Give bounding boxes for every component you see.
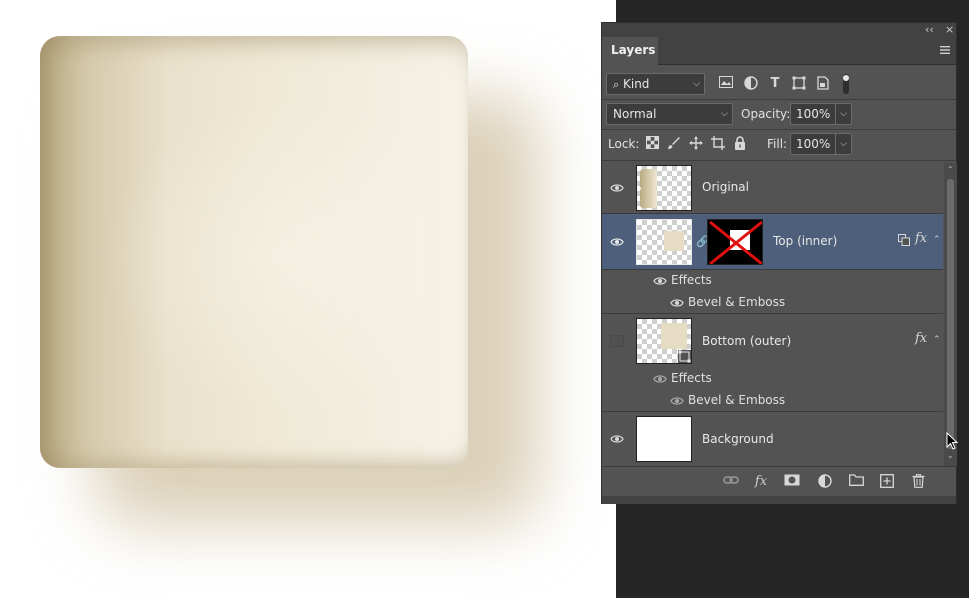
visibility-eye-icon[interactable] xyxy=(670,298,684,308)
layer-name[interactable]: Background xyxy=(702,432,774,446)
lock-all-icon[interactable] xyxy=(732,136,748,152)
filter-toggle-icon[interactable] xyxy=(842,73,850,95)
panel-header-bar[interactable]: ‹‹ × xyxy=(602,23,956,37)
shape-filter-icon[interactable] xyxy=(791,76,807,92)
visibility-eye-icon[interactable] xyxy=(653,276,667,286)
visibility-eye-icon[interactable] xyxy=(610,237,624,247)
opacity-input[interactable]: 100% xyxy=(790,103,836,125)
lock-transparent-pixels-icon[interactable] xyxy=(644,136,660,152)
collapse-icon[interactable]: ‹‹ xyxy=(925,23,934,37)
opacity-label: Opacity: xyxy=(741,107,791,121)
blend-mode-dropdown[interactable]: Normal ⌵ xyxy=(606,103,733,125)
fill-input[interactable]: 100% xyxy=(790,133,836,155)
lock-position-icon[interactable] xyxy=(688,136,704,152)
divider xyxy=(602,99,956,100)
effects-label: Effects xyxy=(671,273,712,287)
chevron-down-icon: ⌵ xyxy=(840,109,847,119)
effects-row[interactable]: Effects xyxy=(602,270,943,292)
add-style-icon[interactable]: fx xyxy=(752,474,770,490)
blend-mode-value: Normal xyxy=(613,107,657,121)
document-canvas[interactable] xyxy=(0,0,616,598)
new-layer-icon[interactable] xyxy=(878,474,896,490)
link-layers-icon[interactable] xyxy=(722,474,740,490)
layer-thumbnail xyxy=(636,416,692,462)
effect-row-bevel-emboss[interactable]: Bevel & Emboss xyxy=(602,390,943,412)
lock-label: Lock: xyxy=(608,137,640,151)
layer-thumbnail xyxy=(636,318,692,364)
layer-thumbnail xyxy=(636,219,692,265)
search-icon: ⌕ xyxy=(613,78,620,91)
smart-object-filter-icon[interactable] xyxy=(815,76,831,92)
chevron-down-icon: ⌵ xyxy=(721,109,728,119)
tile-highlight xyxy=(100,96,428,418)
adjustment-layer-icon[interactable] xyxy=(816,474,834,490)
chevron-up-icon[interactable]: ⌃ xyxy=(933,335,941,345)
visibility-toggle-off[interactable] xyxy=(610,335,624,347)
lock-image-pixels-icon[interactable] xyxy=(666,136,682,152)
effects-row[interactable]: Effects xyxy=(602,368,943,390)
panel-menu-icon[interactable] xyxy=(940,45,950,55)
new-group-icon[interactable] xyxy=(847,474,865,490)
beveled-tile xyxy=(40,36,468,468)
layers-panel: ‹‹ × Layers ⌕ Kind ⌵ T Normal ⌵ Opacity:… xyxy=(601,22,957,504)
layer-mask-thumbnail[interactable] xyxy=(707,219,763,265)
layer-row-original[interactable]: Original xyxy=(602,163,943,214)
chevron-down-icon: ⌵ xyxy=(693,79,700,89)
layer-name[interactable]: Top (inner) xyxy=(773,234,837,248)
tab-layers[interactable]: Layers xyxy=(602,37,658,66)
layer-row-top-inner[interactable]: 🔗 Top (inner) fx ⌃ xyxy=(602,214,943,270)
effect-name: Bevel & Emboss xyxy=(688,295,786,309)
fill-dropdown-button[interactable]: ⌵ xyxy=(835,133,852,155)
fill-label: Fill: xyxy=(767,137,788,151)
add-mask-icon[interactable] xyxy=(783,474,801,490)
adjustment-filter-icon[interactable] xyxy=(743,76,759,92)
visibility-eye-icon[interactable] xyxy=(610,183,624,193)
layer-name[interactable]: Bottom (outer) xyxy=(702,334,791,348)
layer-row-bottom-outer[interactable]: Bottom (outer) fx ⌃ xyxy=(602,314,943,368)
divider xyxy=(602,129,956,130)
lock-artboard-icon[interactable] xyxy=(710,136,726,152)
fx-icon[interactable]: fx xyxy=(915,331,927,346)
delete-layer-icon[interactable] xyxy=(909,474,927,490)
image-filter-icon[interactable] xyxy=(718,76,734,92)
scrollbar-thumb[interactable] xyxy=(947,179,954,449)
filter-kind-value: Kind xyxy=(623,77,650,91)
tab-bar: Layers xyxy=(602,37,956,66)
type-filter-icon[interactable]: T xyxy=(767,76,783,92)
panel-footer: fx xyxy=(602,466,956,496)
visibility-eye-icon[interactable] xyxy=(653,374,667,384)
scroll-up-icon[interactable]: ⌃ xyxy=(947,165,954,174)
scroll-down-icon[interactable]: ⌄ xyxy=(947,451,954,460)
layer-list-scrollbar[interactable]: ⌃ ⌄ xyxy=(944,163,957,466)
layer-thumbnail xyxy=(636,165,692,211)
effect-row-bevel-emboss[interactable]: Bevel & Emboss xyxy=(602,292,943,314)
layer-row-background[interactable]: Background xyxy=(602,412,943,466)
smart-filter-icon xyxy=(898,234,910,249)
opacity-dropdown-button[interactable]: ⌵ xyxy=(835,103,852,125)
layer-list: Original 🔗 Top (inner) fx ⌃ Effects Beve… xyxy=(602,163,943,466)
chevron-down-icon: ⌵ xyxy=(840,139,847,149)
effect-name: Bevel & Emboss xyxy=(688,393,786,407)
visibility-eye-icon[interactable] xyxy=(610,434,624,444)
fx-icon[interactable]: fx xyxy=(915,231,927,246)
close-icon[interactable]: × xyxy=(945,23,954,37)
layer-name[interactable]: Original xyxy=(702,180,749,194)
mouse-pointer-icon xyxy=(946,432,958,450)
filter-kind-dropdown[interactable]: ⌕ Kind ⌵ xyxy=(606,73,705,95)
panel-resize-handle[interactable] xyxy=(602,496,956,504)
chevron-up-icon[interactable]: ⌃ xyxy=(933,235,941,245)
smart-object-icon xyxy=(678,350,691,363)
effects-label: Effects xyxy=(671,371,712,385)
divider xyxy=(602,160,956,161)
visibility-eye-icon[interactable] xyxy=(670,396,684,406)
